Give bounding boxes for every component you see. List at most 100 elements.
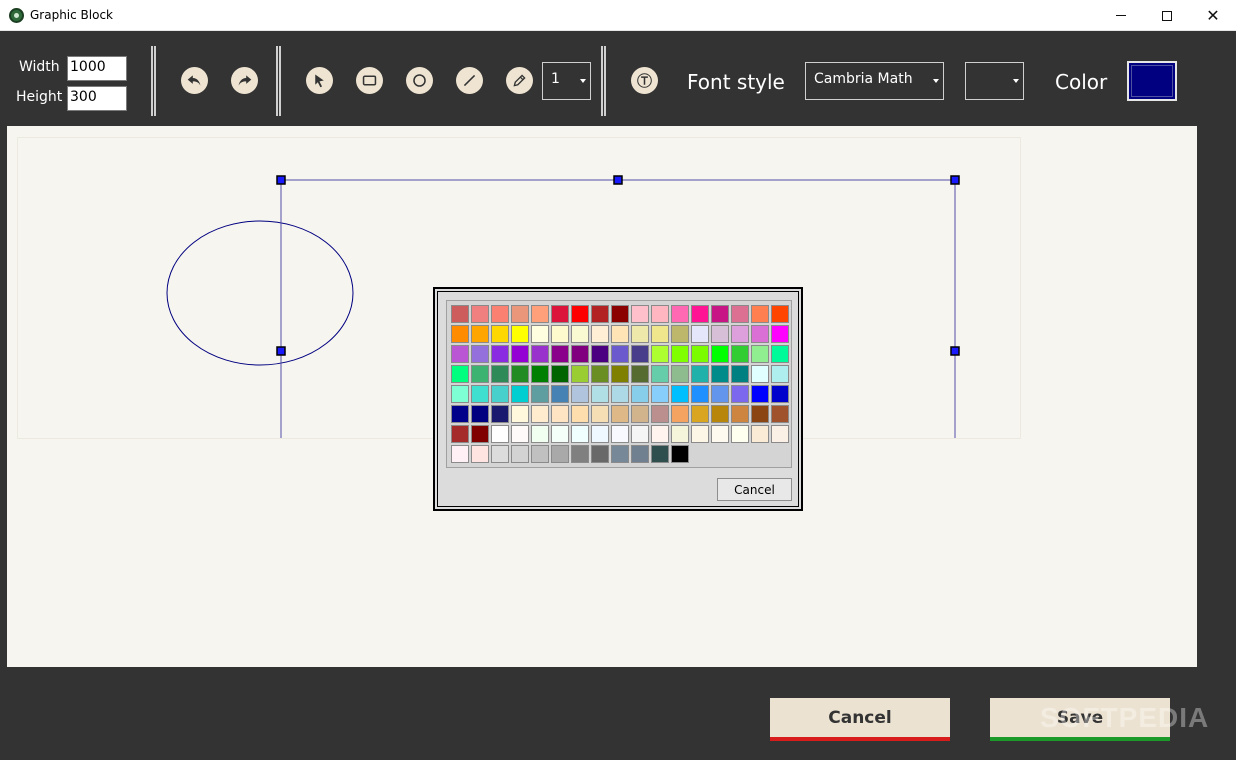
color-swatch[interactable]: [591, 305, 609, 323]
color-swatch[interactable]: [771, 305, 789, 323]
color-swatch[interactable]: [471, 305, 489, 323]
color-swatch[interactable]: [691, 305, 709, 323]
color-swatch[interactable]: [731, 345, 749, 363]
color-swatch[interactable]: [651, 365, 669, 383]
color-swatch[interactable]: [771, 345, 789, 363]
color-swatch[interactable]: [631, 405, 649, 423]
color-swatch[interactable]: [731, 425, 749, 443]
color-swatch[interactable]: [471, 345, 489, 363]
color-swatch[interactable]: [691, 425, 709, 443]
color-swatch[interactable]: [751, 385, 769, 403]
color-swatch[interactable]: [591, 385, 609, 403]
color-swatch[interactable]: [691, 365, 709, 383]
color-swatch[interactable]: [471, 445, 489, 463]
resize-handle-middle-right[interactable]: [950, 346, 960, 356]
color-swatch[interactable]: [511, 445, 529, 463]
color-swatch[interactable]: [531, 385, 549, 403]
color-swatch[interactable]: [631, 305, 649, 323]
color-swatch[interactable]: [471, 365, 489, 383]
color-swatch[interactable]: [491, 325, 509, 343]
color-swatch[interactable]: [751, 405, 769, 423]
color-swatch[interactable]: [651, 425, 669, 443]
color-swatch[interactable]: [771, 365, 789, 383]
color-swatch[interactable]: [671, 445, 689, 463]
color-swatch[interactable]: [531, 445, 549, 463]
color-swatch[interactable]: [491, 385, 509, 403]
color-swatch[interactable]: [611, 325, 629, 343]
color-swatch[interactable]: [711, 365, 729, 383]
color-swatch[interactable]: [531, 345, 549, 363]
color-swatch[interactable]: [691, 385, 709, 403]
color-swatch[interactable]: [631, 345, 649, 363]
color-swatch[interactable]: [451, 325, 469, 343]
color-swatch[interactable]: [491, 405, 509, 423]
color-swatch[interactable]: [491, 345, 509, 363]
color-swatch[interactable]: [591, 445, 609, 463]
color-swatch[interactable]: [691, 325, 709, 343]
color-swatch[interactable]: [731, 405, 749, 423]
color-swatch[interactable]: [531, 405, 549, 423]
color-swatch[interactable]: [751, 305, 769, 323]
resize-handle-middle-left[interactable]: [276, 346, 286, 356]
color-swatch[interactable]: [571, 345, 589, 363]
color-swatch[interactable]: [671, 305, 689, 323]
ellipse-shape[interactable]: [166, 220, 354, 366]
color-swatch[interactable]: [531, 365, 549, 383]
color-swatch[interactable]: [471, 405, 489, 423]
color-swatch[interactable]: [651, 445, 669, 463]
color-swatch[interactable]: [671, 385, 689, 403]
color-swatch[interactable]: [551, 345, 569, 363]
color-swatch[interactable]: [751, 345, 769, 363]
color-swatch[interactable]: [771, 385, 789, 403]
color-swatch[interactable]: [551, 405, 569, 423]
color-swatch[interactable]: [491, 425, 509, 443]
resize-handle-top-center[interactable]: [613, 175, 623, 185]
color-swatch[interactable]: [551, 385, 569, 403]
color-swatch[interactable]: [511, 365, 529, 383]
color-swatch[interactable]: [651, 385, 669, 403]
color-swatch[interactable]: [671, 345, 689, 363]
color-swatch[interactable]: [611, 365, 629, 383]
color-swatch[interactable]: [451, 365, 469, 383]
color-swatch[interactable]: [451, 445, 469, 463]
color-swatch[interactable]: [631, 325, 649, 343]
color-swatch[interactable]: [591, 425, 609, 443]
color-swatch[interactable]: [511, 345, 529, 363]
color-swatch[interactable]: [451, 385, 469, 403]
color-swatch[interactable]: [571, 405, 589, 423]
color-swatch[interactable]: [531, 305, 549, 323]
color-swatch[interactable]: [511, 385, 529, 403]
color-swatch[interactable]: [511, 325, 529, 343]
color-swatch[interactable]: [751, 325, 769, 343]
color-swatch[interactable]: [691, 345, 709, 363]
color-swatch[interactable]: [471, 425, 489, 443]
color-swatch[interactable]: [531, 425, 549, 443]
color-swatch[interactable]: [451, 305, 469, 323]
color-swatch[interactable]: [591, 345, 609, 363]
color-swatch[interactable]: [471, 325, 489, 343]
color-swatch[interactable]: [731, 365, 749, 383]
color-swatch[interactable]: [571, 425, 589, 443]
color-swatch[interactable]: [551, 305, 569, 323]
color-swatch[interactable]: [751, 365, 769, 383]
color-swatch[interactable]: [511, 405, 529, 423]
color-swatch[interactable]: [711, 325, 729, 343]
color-swatch[interactable]: [571, 325, 589, 343]
color-swatch[interactable]: [451, 425, 469, 443]
color-swatch[interactable]: [651, 325, 669, 343]
color-swatch[interactable]: [671, 325, 689, 343]
color-swatch[interactable]: [591, 405, 609, 423]
color-swatch[interactable]: [731, 325, 749, 343]
color-swatch[interactable]: [771, 325, 789, 343]
color-swatch[interactable]: [671, 405, 689, 423]
color-swatch[interactable]: [611, 305, 629, 323]
color-swatch[interactable]: [511, 425, 529, 443]
color-swatch[interactable]: [571, 305, 589, 323]
color-swatch[interactable]: [711, 385, 729, 403]
color-swatch[interactable]: [551, 425, 569, 443]
color-swatch[interactable]: [451, 405, 469, 423]
color-swatch[interactable]: [771, 405, 789, 423]
color-swatch[interactable]: [651, 305, 669, 323]
color-swatch[interactable]: [671, 425, 689, 443]
color-swatch[interactable]: [611, 345, 629, 363]
